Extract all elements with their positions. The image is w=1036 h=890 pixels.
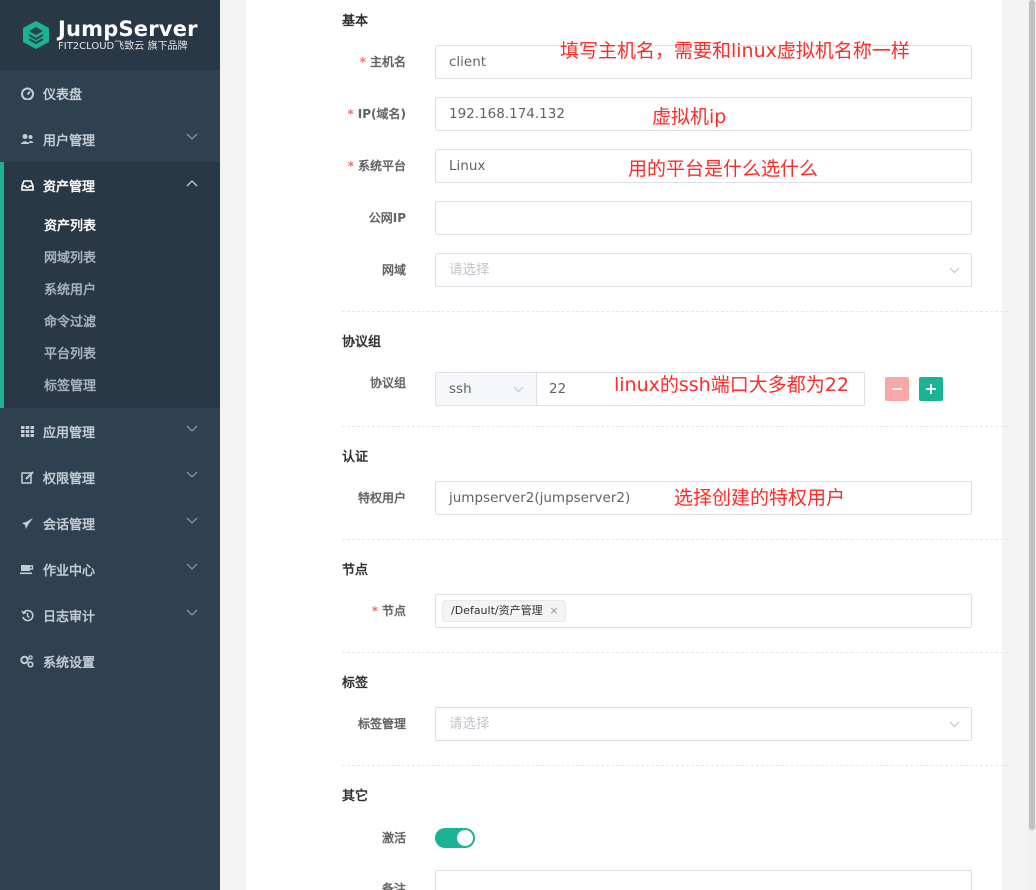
annotation-ip: 虚拟机ip — [652, 106, 727, 128]
divider — [342, 426, 1008, 427]
node-tag: /Default/资产管理 × — [442, 600, 566, 622]
jumpserver-logo-icon — [23, 21, 49, 49]
scrollbar[interactable] — [1028, 0, 1036, 890]
labels-placeholder: 请选择 — [449, 716, 490, 732]
sidebar-item-settings[interactable]: 系统设置 — [0, 638, 220, 684]
gears-icon — [20, 654, 34, 668]
sidebar: JumpServer FIT2CLOUD飞致云 旗下品牌 仪表盘 用户管理 资产… — [0, 0, 220, 890]
sidebar-item-label: 权限管理 — [43, 471, 96, 487]
public-ip-label: 公网IP — [368, 211, 406, 225]
users-icon — [20, 132, 34, 146]
toggle-knob — [457, 830, 473, 846]
admin-user-label: 特权用户 — [357, 491, 406, 505]
sidebar-item-assets[interactable]: 资产管理 — [4, 162, 220, 208]
asset-form-card: 基本 * 主机名 client * IP(域名) 192.168.174.132 *… — [246, 0, 1008, 890]
node-tag-label: /Default/资产管理 — [451, 604, 543, 617]
sidebar-subitem-system-users[interactable]: 系统用户 — [4, 272, 220, 304]
sidebar-item-applications[interactable]: 应用管理 — [0, 408, 220, 454]
scrollbar-thumb[interactable] — [1029, 0, 1035, 830]
protocol-value: ssh — [449, 381, 472, 397]
sidebar-group-assets: 资产管理 资产列表 网域列表 系统用户 命令过滤 平台列表 标签管理 — [0, 162, 220, 408]
sidebar-item-audit[interactable]: 日志审计 — [0, 592, 220, 638]
main-content: 基本 * 主机名 client * IP(域名) 192.168.174.132 *… — [220, 0, 1036, 890]
divider — [342, 311, 1008, 312]
sidebar-subitem-asset-list[interactable]: 资产列表 — [4, 208, 220, 240]
remove-protocol-button[interactable]: − — [885, 377, 909, 401]
chevron-down-icon — [513, 386, 524, 393]
ip-label: * IP(域名) — [347, 107, 406, 121]
brand-logo[interactable]: JumpServer FIT2CLOUD飞致云 旗下品牌 — [0, 0, 220, 70]
divider — [342, 652, 1008, 653]
sidebar-item-label: 系统设置 — [43, 655, 96, 671]
chevron-down-icon — [186, 563, 198, 570]
chevron-up-icon — [186, 180, 198, 187]
sidebar-item-label: 会话管理 — [43, 517, 96, 533]
sidebar-item-jobs[interactable]: 作业中心 — [0, 546, 220, 592]
history-icon — [20, 608, 34, 622]
divider — [342, 539, 1008, 540]
chevron-down-icon — [186, 425, 198, 432]
edit-icon — [20, 470, 34, 484]
domain-label: 网域 — [381, 263, 406, 277]
hostname-label: * 主机名 — [359, 55, 406, 69]
brand-name: JumpServer — [58, 16, 198, 41]
inbox-icon — [20, 178, 34, 192]
public-ip-input[interactable] — [435, 201, 972, 235]
sidebar-item-label: 作业中心 — [43, 563, 96, 579]
sidebar-subitem-domain-list[interactable]: 网域列表 — [4, 240, 220, 272]
grid-icon — [20, 424, 34, 438]
comment-textarea[interactable] — [435, 870, 972, 890]
chevron-down-icon — [186, 471, 198, 478]
sidebar-item-permissions[interactable]: 权限管理 — [0, 454, 220, 500]
sidebar-item-label: 仪表盘 — [43, 87, 83, 103]
sidebar-item-dashboard[interactable]: 仪表盘 — [0, 70, 220, 116]
sidebar-item-sessions[interactable]: 会话管理 — [0, 500, 220, 546]
annotation-port: linux的ssh端口大多都为22 — [614, 374, 849, 396]
sidebar-item-label: 应用管理 — [43, 425, 96, 441]
protocols-label: 协议组 — [369, 376, 406, 390]
divider — [342, 765, 1008, 766]
section-title-labels: 标签 — [342, 676, 369, 691]
nodes-label: * 节点 — [371, 604, 406, 618]
domain-select[interactable]: 请选择 — [435, 253, 972, 287]
chevron-down-icon — [186, 133, 198, 140]
active-label: 激活 — [381, 831, 406, 845]
comment-label: 备注 — [381, 882, 406, 890]
protocol-select[interactable]: ssh — [435, 372, 536, 406]
labels-select[interactable]: 请选择 — [435, 707, 972, 741]
section-title-basic: 基本 — [342, 14, 369, 29]
brand-subtitle: FIT2CLOUD飞致云 旗下品牌 — [58, 40, 188, 52]
add-protocol-button[interactable]: + — [919, 377, 943, 401]
annotation-platform: 用的平台是什么选什么 — [628, 158, 819, 180]
chevron-down-icon — [949, 721, 960, 728]
chevron-down-icon — [949, 267, 960, 274]
chevron-down-icon — [186, 517, 198, 524]
sidebar-subitem-command-filter[interactable]: 命令过滤 — [4, 304, 220, 336]
sidebar-item-label: 日志审计 — [43, 609, 96, 625]
section-title-nodes: 节点 — [342, 563, 369, 578]
sidebar-subitem-platform-list[interactable]: 平台列表 — [4, 336, 220, 368]
dashboard-icon — [20, 86, 34, 100]
rocket-icon — [20, 516, 34, 530]
sidebar-subitem-label-management[interactable]: 标签管理 — [4, 368, 220, 400]
annotation-admin-user: 选择创建的特权用户 — [674, 487, 846, 509]
annotation-hostname: 填写主机名，需要和linux虚拟机名称一样 — [560, 40, 910, 62]
chevron-down-icon — [186, 609, 198, 616]
sidebar-item-label: 资产管理 — [43, 179, 96, 195]
close-icon[interactable]: × — [549, 601, 558, 621]
active-toggle[interactable] — [435, 828, 475, 848]
section-title-protocols: 协议组 — [342, 335, 382, 350]
section-title-auth: 认证 — [342, 450, 369, 465]
sidebar-item-users[interactable]: 用户管理 — [0, 116, 220, 162]
section-title-other: 其它 — [342, 789, 369, 804]
labels-label: 标签管理 — [357, 717, 406, 731]
platform-label: * 系统平台 — [347, 159, 406, 173]
sidebar-item-label: 用户管理 — [43, 133, 96, 149]
domain-placeholder: 请选择 — [449, 262, 490, 278]
coffee-icon — [20, 562, 34, 576]
